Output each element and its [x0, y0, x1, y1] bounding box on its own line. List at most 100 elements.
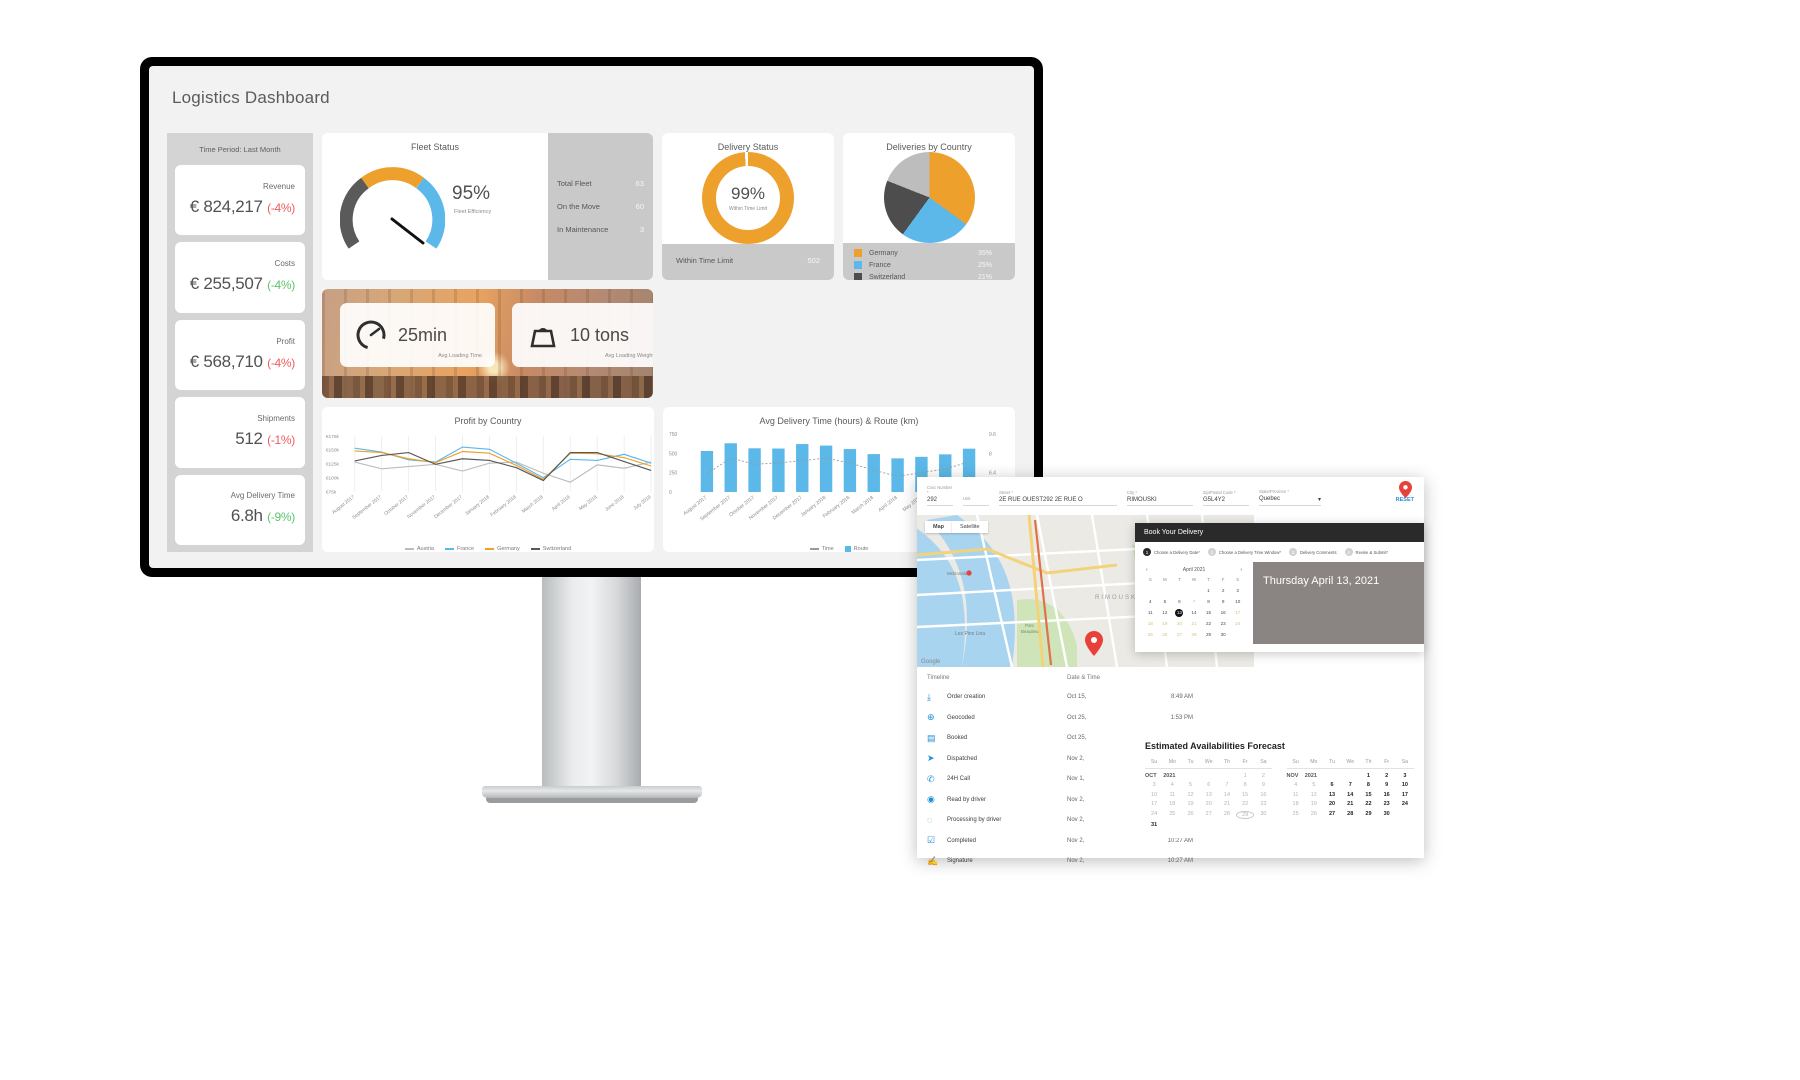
card-profit-by-country[interactable]: Profit by Country €175k €150k €125k €100k €7…	[322, 407, 654, 552]
calendar-day[interactable]: 21	[1187, 620, 1202, 628]
calendar-grid[interactable]: S M T W T F S 1 2 3 4 5 6 7 8 9 10 11 12 13 14 15 16 17 18 19 20 21…	[1143, 577, 1245, 639]
forecast-day[interactable]: 25	[1163, 811, 1181, 819]
forecast-day[interactable]: 17	[1145, 801, 1163, 807]
booking-step-4[interactable]: 4 Revise & Submit*	[1344, 548, 1388, 556]
booking-step-2[interactable]: 2 Choose a Delivery Time Window*	[1207, 548, 1281, 556]
calendar-day[interactable]: 3	[1230, 587, 1245, 595]
time-period-label[interactable]: Time Period: Last Month	[175, 140, 305, 158]
calendar-day[interactable]: 27	[1172, 631, 1187, 639]
forecast-day[interactable]: 15	[1236, 792, 1254, 798]
calendar-day[interactable]: 24	[1230, 620, 1245, 628]
forecast-day[interactable]: 9	[1378, 782, 1396, 788]
forecast-day[interactable]: 29	[1359, 811, 1377, 817]
forecast-day[interactable]: 26	[1181, 811, 1199, 819]
forecast-day[interactable]: 3	[1145, 782, 1163, 788]
kpi-card-profit[interactable]: Profit € 568,710 (-4%)	[175, 319, 305, 391]
calendar-day[interactable]: 9	[1216, 598, 1231, 606]
forecast-day[interactable]: 16	[1254, 792, 1272, 798]
calendar-day[interactable]: 20	[1172, 620, 1187, 628]
field-city[interactable]: City * RIMOUSKI	[1127, 490, 1193, 506]
field-zip[interactable]: Zip/Postal Code * G5L4Y2	[1203, 490, 1249, 506]
forecast-day[interactable]: 30	[1254, 811, 1272, 819]
forecast-day[interactable]: 3	[1396, 773, 1414, 779]
forecast-day[interactable]: 30	[1378, 811, 1396, 817]
field-street[interactable]: Street * 2E RUE OUEST292 2E RUE O	[999, 490, 1117, 506]
forecast-day[interactable]: 11	[1287, 792, 1305, 798]
forecast-day[interactable]: 13	[1323, 792, 1341, 798]
forecast-day[interactable]: 19	[1181, 801, 1199, 807]
forecast-day[interactable]: 12	[1181, 792, 1199, 798]
calendar-day[interactable]: 11	[1143, 609, 1158, 617]
forecast-day[interactable]: 20	[1200, 801, 1218, 807]
calendar-day[interactable]: 26	[1158, 631, 1173, 639]
field-unit[interactable]: Unit	[963, 496, 989, 506]
forecast-day[interactable]: 29	[1236, 810, 1255, 819]
forecast-day[interactable]: 9	[1254, 782, 1272, 788]
map-button-satellite[interactable]: Satellite	[952, 521, 988, 533]
forecast-day[interactable]: 5	[1305, 782, 1323, 788]
forecast-day[interactable]: 2	[1378, 773, 1396, 779]
forecast-day[interactable]: 11	[1163, 792, 1181, 798]
forecast-day[interactable]: 22	[1236, 801, 1254, 807]
forecast-day[interactable]: 23	[1378, 801, 1396, 807]
forecast-day[interactable]: 8	[1359, 782, 1377, 788]
calendar-day[interactable]: 30	[1216, 631, 1231, 639]
calendar-day[interactable]: 13	[1175, 609, 1184, 617]
field-state-province[interactable]: State/Province * Quebec ▾	[1259, 489, 1321, 506]
forecast-calendar-oct[interactable]: Su Mo Tu We Th Fr Sa OCT 2021 1 2 3 4 5 6 7 8 9 10 11 12 13 14…	[1145, 759, 1273, 828]
forecast-day[interactable]: 14	[1341, 792, 1359, 798]
map-type-buttons[interactable]: Map Satellite	[925, 521, 988, 533]
calendar-prev-button[interactable]: ‹	[1146, 567, 1148, 573]
forecast-day[interactable]: 1	[1359, 773, 1377, 779]
forecast-day[interactable]: 24	[1145, 811, 1163, 819]
calendar-day[interactable]: 5	[1158, 598, 1173, 606]
forecast-day[interactable]: 1	[1236, 773, 1254, 779]
calendar-day[interactable]: 23	[1216, 620, 1231, 628]
forecast-day[interactable]: 7	[1341, 782, 1359, 788]
forecast-day[interactable]: 26	[1305, 811, 1323, 817]
calendar-day[interactable]: 4	[1143, 598, 1158, 606]
calendar-day[interactable]: 16	[1216, 609, 1231, 617]
forecast-day[interactable]: 18	[1163, 801, 1181, 807]
forecast-day[interactable]: 7	[1218, 782, 1236, 788]
booking-step-1[interactable]: 1 Choose a Delivery Date*	[1143, 548, 1200, 556]
forecast-day[interactable]: 15	[1359, 792, 1377, 798]
calendar-day[interactable]: 1	[1201, 587, 1216, 595]
forecast-day[interactable]: 19	[1305, 801, 1323, 807]
kpi-card-costs[interactable]: Costs € 255,507 (-4%)	[175, 242, 305, 313]
forecast-calendar-nov[interactable]: Su Mo Tu We Th Fr Sa NOV 2021 1 2 3 4 5 6 7 8 9 10 11 12 13 14…	[1286, 759, 1415, 828]
forecast-day[interactable]: 10	[1396, 782, 1414, 788]
calendar-day[interactable]: 25	[1143, 631, 1158, 639]
forecast-day[interactable]: 24	[1396, 801, 1414, 807]
calendar-day[interactable]: 17	[1230, 609, 1245, 617]
forecast-day[interactable]: 14	[1218, 792, 1236, 798]
kpi-card-revenue[interactable]: Revenue € 824,217 (-4%)	[175, 165, 305, 236]
forecast-day[interactable]: 13	[1200, 792, 1218, 798]
delivery-booking-window[interactable]: Civic Number * 292 Unit Street * 2E RUE …	[917, 477, 1424, 866]
forecast-day[interactable]: 6	[1200, 782, 1218, 788]
field-civic-number[interactable]: Civic Number * 292	[927, 485, 953, 506]
forecast-day[interactable]: 2	[1254, 773, 1272, 779]
calendar-day[interactable]: 22	[1201, 620, 1216, 628]
card-fleet-status[interactable]: Fleet Status 95% Fleet Efficiency Total …	[322, 133, 653, 280]
forecast-day[interactable]: 20	[1323, 801, 1341, 807]
kpi-card-shipments[interactable]: Shipments 512 (-1%)	[175, 397, 305, 468]
forecast-day[interactable]: 4	[1163, 782, 1181, 788]
forecast-day[interactable]: 28	[1341, 811, 1359, 817]
map-button-map[interactable]: Map	[925, 521, 952, 533]
forecast-day[interactable]: 4	[1287, 782, 1305, 788]
tile-avg-loading-weight[interactable]: 10 tons Avg Loading Weight	[512, 303, 653, 367]
forecast-day[interactable]: 6	[1323, 782, 1341, 788]
chevron-down-icon[interactable]: ▾	[1318, 496, 1321, 503]
forecast-day[interactable]: 23	[1254, 801, 1272, 807]
calendar-next-button[interactable]: ›	[1240, 567, 1242, 573]
card-deliveries-by-country[interactable]: Deliveries by Country Germany 35% France…	[843, 133, 1015, 280]
forecast-day[interactable]: 12	[1305, 792, 1323, 798]
forecast-day[interactable]: 5	[1181, 782, 1199, 788]
calendar-day[interactable]: 10	[1230, 598, 1245, 606]
forecast-day[interactable]: 21	[1218, 801, 1236, 807]
tile-avg-loading-time[interactable]: 25min Avg Loading Time	[340, 303, 495, 367]
calendar-day[interactable]: 19	[1158, 620, 1173, 628]
booking-panel[interactable]: Book Your Delivery 1 Choose a Delivery Da…	[1135, 523, 1424, 838]
forecast-day[interactable]: 31	[1145, 822, 1163, 828]
